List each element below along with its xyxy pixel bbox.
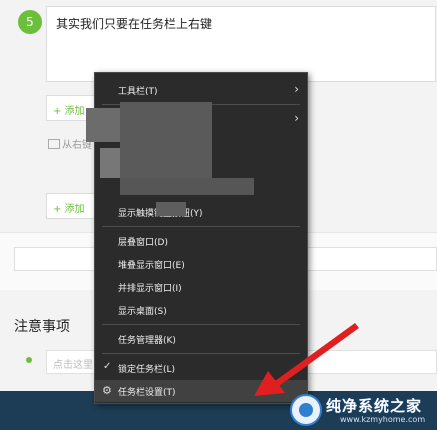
menu-item-show-desktop[interactable]: 显示桌面(S) [95,299,307,321]
step-text: 其实我们只要在任务栏上右键 [56,17,213,31]
watermark-title: 纯净系统之家 [326,397,423,415]
menu-item-label: 工具栏(T) [118,86,158,97]
censor-block [120,178,254,195]
notice-section-title: 注意事项 [14,319,70,335]
menu-divider [102,226,300,227]
menu-divider [102,324,300,325]
menu-item-label: 显示桌面(S) [118,306,167,317]
menu-item-lock-taskbar[interactable]: ✓ 锁定任务栏(L) [95,357,307,379]
menu-item-label: 任务栏设置(T) [118,387,176,398]
watermark-logo-icon [290,394,322,426]
menu-divider [102,353,300,354]
menu-item-side-by-side[interactable]: 并排显示窗口(I) [95,276,307,298]
bullet-dot-icon [26,357,32,363]
chevron-right-icon: › [294,82,299,96]
site-watermark: 纯净系统之家 www.kzmyhome.com [290,390,437,430]
image-icon [48,139,60,149]
menu-item-touch-keyboard[interactable]: 显示触摸键盘按钮(Y) [95,201,307,223]
menu-item-label: 任务管理器(K) [118,335,176,346]
chevron-right-icon: › [294,111,299,125]
menu-item-label: 锁定任务栏(L) [118,364,176,375]
menu-item-toolbars[interactable]: 工具栏(T) › [95,79,307,101]
menu-item-task-manager[interactable]: 任务管理器(K) [95,328,307,350]
censor-block [156,202,186,216]
menu-item-label: 堆叠显示窗口(E) [118,260,185,271]
check-icon: ✓ [103,361,112,372]
menu-item-stacked[interactable]: 堆叠显示窗口(E) [95,253,307,275]
menu-item-taskbar-settings[interactable]: ⚙ 任务栏设置(T) [95,380,307,402]
censor-block [100,148,120,178]
menu-item-label: 并排显示窗口(I) [118,283,182,294]
menu-item-label: 层叠窗口(D) [118,237,168,248]
censor-block [120,102,212,184]
gear-icon: ⚙ [102,384,112,397]
watermark-url: www.kzmyhome.com [340,415,426,424]
menu-item-cascade[interactable]: 层叠窗口(D) [95,230,307,252]
step-number-badge: 5 [18,10,42,34]
